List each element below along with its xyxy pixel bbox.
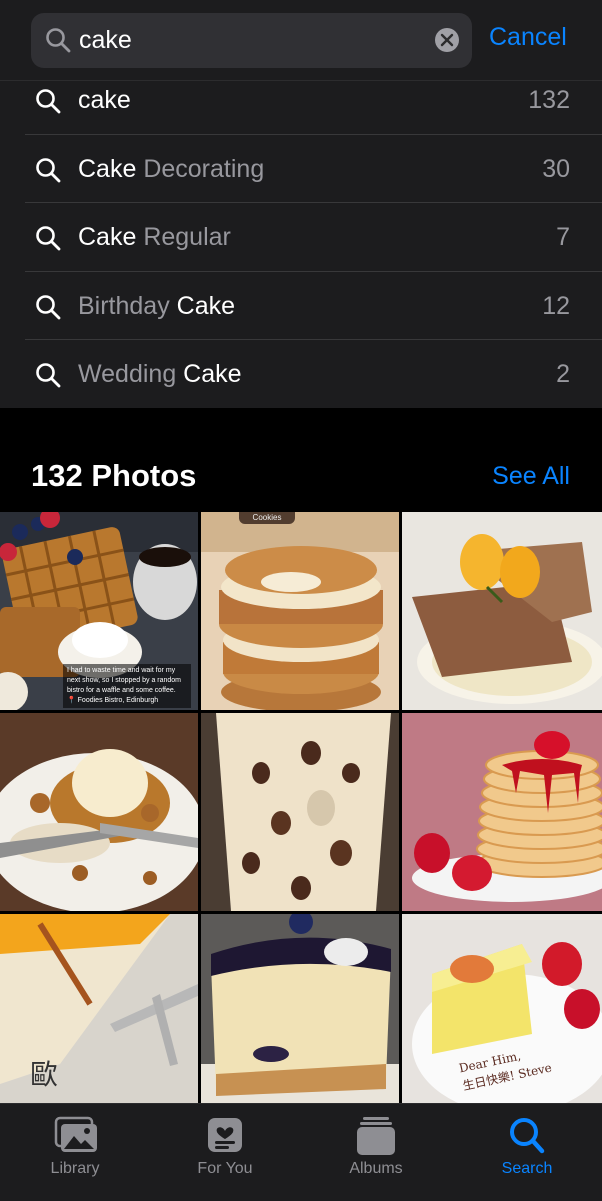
suggestion-count: 132 bbox=[528, 86, 570, 114]
tab-label: Library bbox=[50, 1160, 100, 1177]
search-icon bbox=[510, 1118, 545, 1154]
photo-badge: Cookies bbox=[239, 512, 295, 524]
clear-search-button[interactable] bbox=[435, 28, 459, 52]
see-all-button[interactable]: See All bbox=[492, 462, 570, 491]
suggestion-item[interactable]: Birthday Cake 12 bbox=[0, 272, 602, 340]
suggestion-count: 12 bbox=[542, 291, 570, 320]
search-icon bbox=[46, 28, 71, 53]
photo-thumbnail[interactable] bbox=[402, 713, 602, 911]
search-panel: Cancel cake 132 Cake Decorating 30 bbox=[0, 0, 602, 408]
photo-thumbnail[interactable] bbox=[0, 713, 198, 911]
suggestion-count: 30 bbox=[542, 154, 570, 183]
search-bar[interactable] bbox=[31, 13, 472, 68]
photo-thumbnail[interactable] bbox=[402, 512, 602, 710]
photo-thumbnail[interactable]: Cookies bbox=[201, 512, 399, 710]
suggestion-item[interactable]: Cake Regular 7 bbox=[0, 203, 602, 272]
albums-icon bbox=[357, 1117, 395, 1155]
tab-albums[interactable]: Albums bbox=[301, 1104, 451, 1201]
photo-thumbnail[interactable]: Dear Him, 生日快樂! Steve bbox=[402, 914, 602, 1104]
photo-grid: I had to waste time and wait for my next… bbox=[0, 512, 602, 1104]
blueberry-cheesecake-image bbox=[201, 914, 399, 1104]
cake-slice-image bbox=[402, 512, 602, 710]
for-you-icon bbox=[208, 1118, 242, 1152]
search-icon bbox=[36, 294, 61, 319]
suggestion-label: cake bbox=[78, 86, 131, 114]
search-icon bbox=[36, 363, 61, 388]
photo-thumbnail[interactable] bbox=[201, 713, 399, 911]
suggestion-label: Cake Decorating bbox=[78, 154, 265, 183]
tab-bar: Library For You Albums Search bbox=[0, 1103, 602, 1201]
cookie-stack-image bbox=[201, 512, 399, 710]
photo-caption: I had to waste time and wait for my next… bbox=[63, 664, 191, 708]
search-input[interactable] bbox=[79, 21, 409, 59]
search-icon bbox=[36, 89, 61, 114]
tab-label: Albums bbox=[349, 1160, 403, 1177]
suggestion-item[interactable]: cake 132 bbox=[0, 66, 602, 135]
cancel-button[interactable]: Cancel bbox=[489, 23, 579, 57]
tab-search[interactable]: Search bbox=[452, 1104, 602, 1201]
suggestion-item[interactable]: Cake Decorating 30 bbox=[0, 135, 602, 203]
close-icon bbox=[440, 33, 454, 47]
bread-image bbox=[201, 713, 399, 911]
results-title: 132 Photos bbox=[31, 458, 197, 493]
suggestion-label: Wedding Cake bbox=[78, 360, 242, 388]
search-icon bbox=[36, 157, 61, 182]
suggestion-item[interactable]: Wedding Cake 2 bbox=[0, 340, 602, 409]
pancakes-image bbox=[402, 713, 602, 911]
tab-label: Search bbox=[501, 1160, 553, 1177]
photo-library-icon bbox=[54, 1116, 97, 1152]
suggestion-label: Cake Regular bbox=[78, 223, 231, 251]
cheesecake-image: 歐 bbox=[0, 914, 198, 1104]
tab-library[interactable]: Library bbox=[0, 1104, 150, 1201]
suggestion-count: 2 bbox=[556, 360, 570, 388]
photo-thumbnail[interactable]: I had to waste time and wait for my next… bbox=[0, 512, 198, 710]
tab-label: For You bbox=[197, 1160, 253, 1177]
suggestion-list: cake 132 Cake Decorating 30 Cake Regular… bbox=[0, 66, 602, 409]
photo-thumbnail[interactable] bbox=[201, 914, 399, 1104]
suggestion-label: Birthday Cake bbox=[78, 291, 236, 320]
suggestion-count: 7 bbox=[556, 223, 570, 251]
tab-for-you[interactable]: For You bbox=[150, 1104, 300, 1201]
photo-thumbnail[interactable]: 歐 bbox=[0, 914, 198, 1104]
search-icon bbox=[36, 226, 61, 251]
svg-text:歐: 歐 bbox=[30, 1058, 58, 1091]
dessert-image bbox=[0, 713, 198, 911]
